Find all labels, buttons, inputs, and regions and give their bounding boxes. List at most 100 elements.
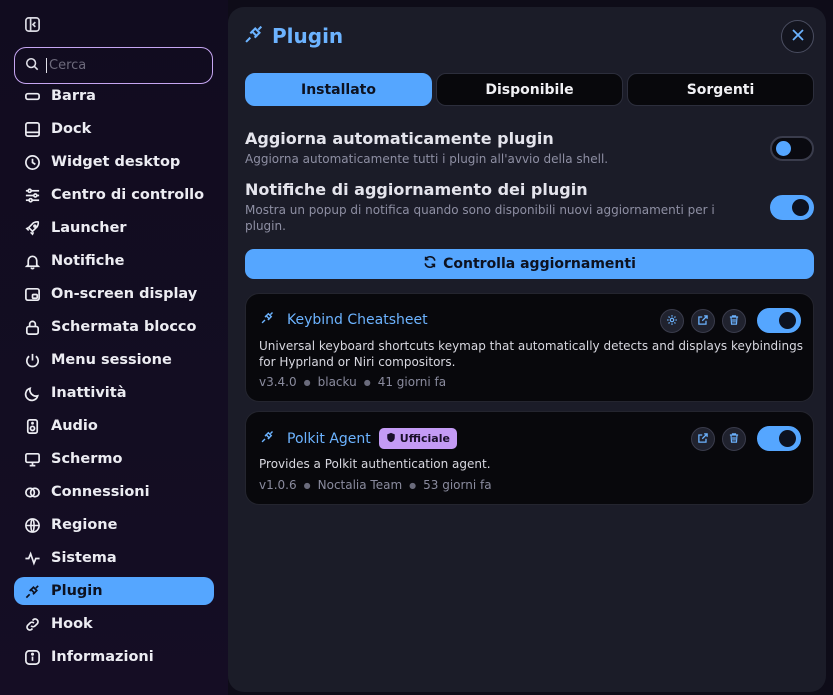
lock-icon <box>23 318 41 336</box>
sidebar-item-audio[interactable]: Audio <box>14 412 214 440</box>
sidebar-item-label: Inattività <box>51 385 127 401</box>
tab-disponibile[interactable]: Disponibile <box>436 73 623 106</box>
setting-update-notifications: Notifiche di aggiornamento dei plugin Mo… <box>245 180 814 234</box>
plugin-card-keybind-cheatsheet: Keybind Cheatsheet Universal keyboard sh… <box>245 293 814 402</box>
sidebar-item-notifiche[interactable]: Notifiche <box>14 247 214 275</box>
sidebar-item-label: Audio <box>51 418 98 434</box>
plugin-enable-toggle[interactable] <box>757 308 801 333</box>
sidebar-item-label: Regione <box>51 517 118 533</box>
panel-header: Plugin <box>243 23 343 49</box>
plugin-version: v3.4.0 <box>259 375 297 389</box>
gear-icon <box>666 311 678 330</box>
plugin-author: Noctalia Team <box>317 478 403 492</box>
sidebar-item-sistema[interactable]: Sistema <box>14 544 214 572</box>
activity-icon <box>23 549 41 567</box>
separator-dot: ● <box>303 480 311 490</box>
close-button[interactable] <box>781 20 814 53</box>
bell-icon <box>23 252 41 270</box>
search-box[interactable] <box>14 47 213 84</box>
speaker-icon <box>23 417 41 435</box>
dock-icon <box>23 120 41 138</box>
plug-icon <box>260 310 275 329</box>
setting-description: Mostra un popup di notifica quando sono … <box>245 203 715 233</box>
plugin-delete-button[interactable] <box>722 426 746 451</box>
tab-installato[interactable]: Installato <box>245 73 432 106</box>
separator-dot: ● <box>303 377 311 387</box>
external-link-icon <box>697 311 709 330</box>
sidebar-item-schermata-blocco[interactable]: Schermata blocco <box>14 313 214 341</box>
plugin-delete-button[interactable] <box>722 308 746 333</box>
plugin-updated: 53 giorni fa <box>423 478 492 492</box>
plugin-open-link-button[interactable] <box>691 426 715 451</box>
plugin-description: Provides a Polkit authentication agent. <box>259 457 491 471</box>
collapse-sidebar-icon[interactable] <box>22 14 42 34</box>
plug-icon <box>23 582 41 600</box>
plugin-meta: v3.4.0 ● blacku ● 41 giorni fa <box>259 375 446 389</box>
tab-sorgenti[interactable]: Sorgenti <box>627 73 814 106</box>
plugin-description: Universal keyboard shortcuts keymap that… <box>259 339 803 369</box>
sliders-icon <box>23 186 41 204</box>
sidebar-item-centro-di-controllo[interactable]: Centro di controllo <box>14 181 214 209</box>
close-icon <box>791 27 805 46</box>
osd-icon <box>23 285 41 303</box>
sidebar-item-on-screen-display[interactable]: On-screen display <box>14 280 214 308</box>
link-icon <box>23 615 41 633</box>
sidebar-nav: Barra Dock Widget desktop Centro di cont… <box>14 82 214 676</box>
power-icon <box>23 351 41 369</box>
plugin-open-link-button[interactable] <box>691 308 715 333</box>
setting-auto-update: Aggiorna automaticamente plugin Aggiorna… <box>245 129 814 167</box>
search-icon <box>25 56 39 75</box>
sidebar-item-label: Informazioni <box>51 649 154 665</box>
separator-dot: ● <box>409 480 417 490</box>
sidebar-item-widget-desktop[interactable]: Widget desktop <box>14 148 214 176</box>
tab-bar: Installato Disponibile Sorgenti <box>245 73 814 106</box>
sidebar-item-label: Centro di controllo <box>51 187 205 203</box>
search-input[interactable] <box>46 58 196 73</box>
sidebar-item-informazioni[interactable]: Informazioni <box>14 643 214 671</box>
sidebar-item-label: Schermata blocco <box>51 319 197 335</box>
separator-dot: ● <box>363 377 371 387</box>
rocket-icon <box>23 219 41 237</box>
setting-description: Aggiorna automaticamente tutti i plugin … <box>245 152 609 166</box>
sidebar-item-schermo[interactable]: Schermo <box>14 445 214 473</box>
plugin-name: Keybind Cheatsheet <box>287 311 428 328</box>
sidebar-item-connessioni[interactable]: Connessioni <box>14 478 214 506</box>
plug-icon <box>260 429 275 448</box>
check-updates-button[interactable]: Controlla aggiornamenti <box>245 249 814 279</box>
sidebar-item-hook[interactable]: Hook <box>14 610 214 638</box>
plugin-card-header: Keybind Cheatsheet <box>260 310 428 329</box>
plugin-settings-button[interactable] <box>660 308 684 333</box>
plugin-name: Polkit Agent <box>287 430 371 447</box>
sidebar-item-label: Barra <box>51 88 96 104</box>
sidebar-item-label: On-screen display <box>51 286 198 302</box>
auto-update-toggle[interactable] <box>770 136 814 161</box>
sidebar-item-dock[interactable]: Dock <box>14 115 214 143</box>
sidebar-item-label: Schermo <box>51 451 123 467</box>
update-notifications-toggle[interactable] <box>770 195 814 220</box>
sidebar-item-barra[interactable]: Barra <box>14 82 214 110</box>
check-updates-label: Controlla aggiornamenti <box>443 256 636 272</box>
clock-icon <box>23 153 41 171</box>
plugin-meta: v1.0.6 ● Noctalia Team ● 53 giorni fa <box>259 478 492 492</box>
sidebar-item-label: Hook <box>51 616 93 632</box>
sidebar-item-label: Widget desktop <box>51 154 181 170</box>
trash-icon <box>728 311 740 330</box>
sidebar-item-menu-sessione[interactable]: Menu sessione <box>14 346 214 374</box>
sidebar-item-plugin[interactable]: Plugin <box>14 577 214 605</box>
sidebar-item-label: Connessioni <box>51 484 150 500</box>
trash-icon <box>728 429 740 448</box>
shield-icon <box>386 432 396 446</box>
sidebar-item-regione[interactable]: Regione <box>14 511 214 539</box>
sidebar-item-inattivita[interactable]: Inattività <box>14 379 214 407</box>
plugin-author: blacku <box>317 375 357 389</box>
sidebar-item-launcher[interactable]: Launcher <box>14 214 214 242</box>
moon-icon <box>23 384 41 402</box>
plugin-card-header: Polkit Agent Ufficiale <box>260 428 457 449</box>
setting-title: Aggiorna automaticamente plugin <box>245 129 554 148</box>
plugin-enable-toggle[interactable] <box>757 426 801 451</box>
plug-icon <box>243 23 265 49</box>
sidebar-item-label: Menu sessione <box>51 352 172 368</box>
plugin-card-polkit-agent: Polkit Agent Ufficiale Provides a Polkit… <box>245 411 814 505</box>
setting-title: Notifiche di aggiornamento dei plugin <box>245 180 588 199</box>
plugin-version: v1.0.6 <box>259 478 297 492</box>
